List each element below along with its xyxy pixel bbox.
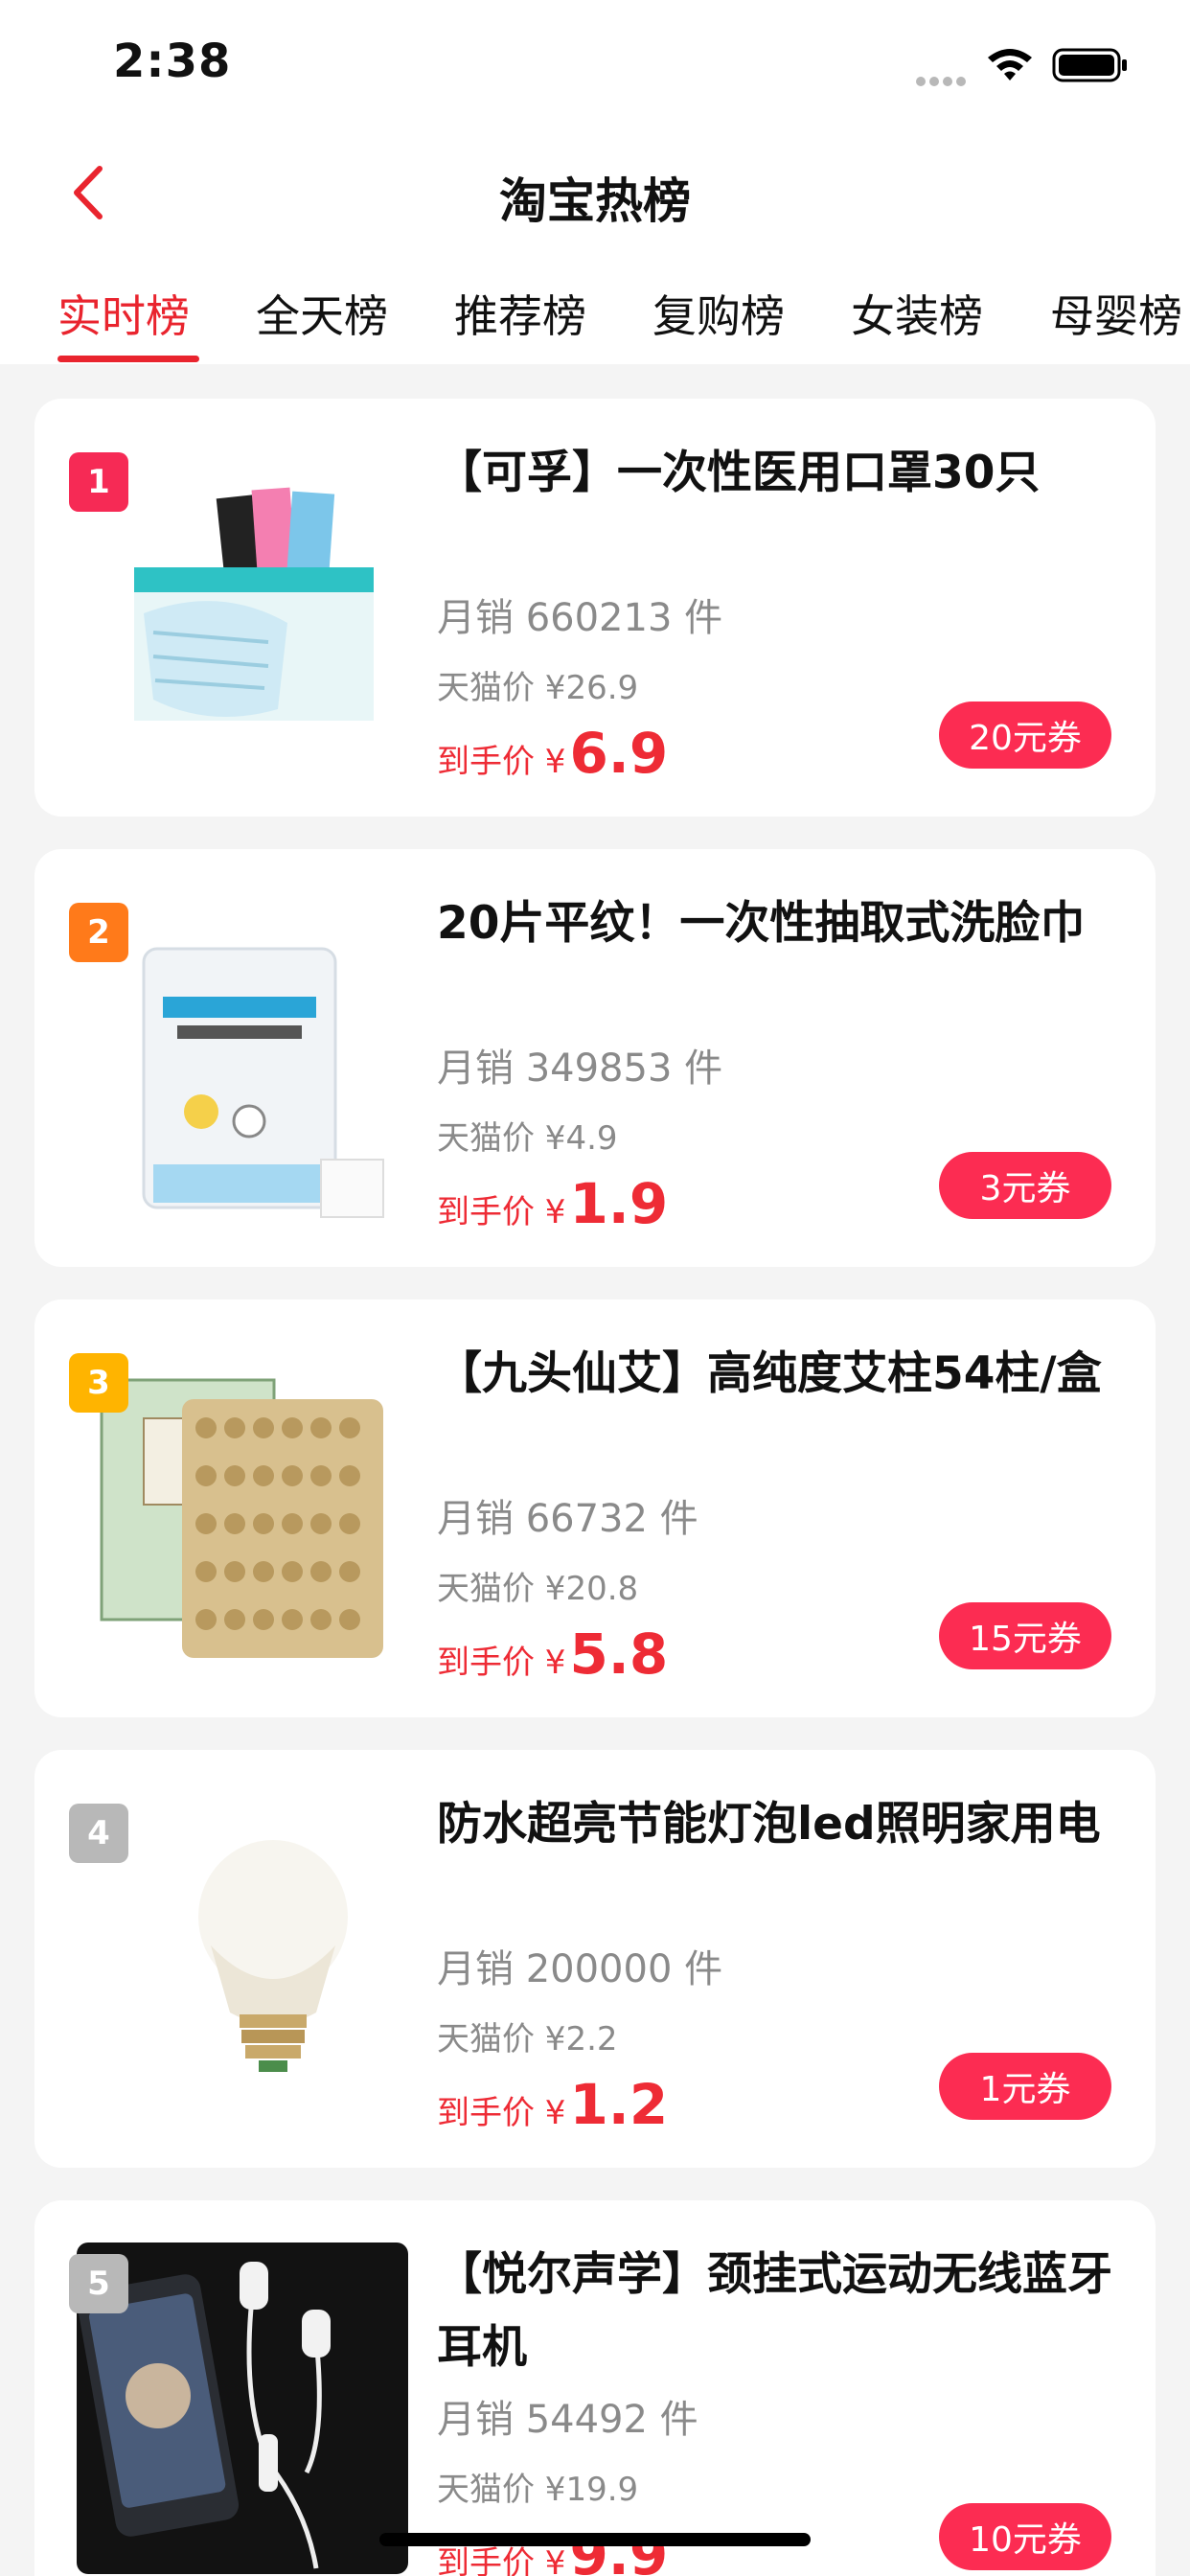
product-title[interactable]: 【九头仙艾】高纯度艾柱54柱/盒 bbox=[437, 1338, 1127, 1411]
product-title[interactable]: 防水超亮节能灯泡led照明家用电 bbox=[437, 1788, 1127, 1861]
page-title: 淘宝热榜 bbox=[499, 173, 691, 229]
product-card[interactable]: 4 防水超亮节能灯泡led照明家用电 月销 200000 件 天猫价 ¥2.2 … bbox=[34, 1750, 1156, 2168]
tmall-price: 天猫价 ¥2.2 bbox=[437, 2020, 618, 2058]
final-price-value: 6.9 bbox=[569, 721, 669, 786]
active-tab-indicator bbox=[57, 356, 199, 362]
wifi-icon bbox=[988, 49, 1032, 80]
battery-icon bbox=[1052, 48, 1127, 82]
final-price: 到手价 ¥6.9 bbox=[437, 721, 668, 788]
nav-bar: 淘宝热榜 bbox=[0, 134, 1190, 249]
final-price-value: 9.9 bbox=[569, 2522, 669, 2576]
tmall-price: 天猫价 ¥19.9 bbox=[437, 2471, 639, 2509]
coupon-button[interactable]: 20元券 bbox=[939, 702, 1111, 769]
rank-badge: 2 bbox=[69, 903, 128, 962]
tab-maternal-baby[interactable]: 母婴榜 bbox=[1050, 282, 1182, 345]
final-price: 到手价 ¥9.9 bbox=[437, 2522, 668, 2576]
coupon-button[interactable]: 1元券 bbox=[939, 2053, 1111, 2120]
final-price-label: 到手价 ¥ bbox=[437, 1644, 566, 1682]
coupon-button[interactable]: 15元券 bbox=[939, 1602, 1111, 1669]
monthly-sales: 月销 66732 件 bbox=[437, 1497, 698, 1541]
final-price-label: 到手价 ¥ bbox=[437, 743, 566, 781]
product-title[interactable]: 【可孚】一次性医用口罩30只 bbox=[437, 437, 1127, 510]
tmall-price: 天猫价 ¥20.8 bbox=[437, 1570, 639, 1608]
final-price-label: 到手价 ¥ bbox=[437, 2544, 566, 2576]
cellular-signal-icon bbox=[916, 72, 970, 86]
category-tabs: 实时榜 全天榜 推荐榜 复购榜 女装榜 母婴榜 bbox=[0, 270, 1190, 364]
tab-recommended[interactable]: 推荐榜 bbox=[454, 282, 586, 345]
status-bar: 2:38 bbox=[0, 0, 1190, 126]
monthly-sales: 月销 349853 件 bbox=[437, 1046, 723, 1091]
product-card[interactable]: 5 【悦尔声学】颈挂式运动无线蓝牙耳机 月销 54492 件 天猫价 ¥19.9… bbox=[34, 2200, 1156, 2576]
rank-badge: 5 bbox=[69, 2254, 128, 2313]
final-price: 到手价 ¥1.9 bbox=[437, 1171, 668, 1238]
tab-womens-wear[interactable]: 女装榜 bbox=[851, 282, 983, 345]
product-card[interactable]: 3 【九头仙艾】高纯度艾柱54柱/盒 月销 66732 件 天猫价 ¥20.8 … bbox=[34, 1300, 1156, 1717]
monthly-sales: 月销 660213 件 bbox=[437, 596, 723, 640]
rank-badge: 3 bbox=[69, 1353, 128, 1413]
product-title[interactable]: 【悦尔声学】颈挂式运动无线蓝牙耳机 bbox=[437, 2239, 1127, 2384]
coupon-button[interactable]: 10元券 bbox=[939, 2503, 1111, 2570]
tab-repurchase[interactable]: 复购榜 bbox=[652, 282, 785, 345]
status-time: 2:38 bbox=[113, 34, 232, 88]
coupon-button[interactable]: 3元券 bbox=[939, 1152, 1111, 1219]
final-price: 到手价 ¥1.2 bbox=[437, 2072, 668, 2139]
final-price-value: 1.9 bbox=[569, 1171, 669, 1236]
tmall-price: 天猫价 ¥26.9 bbox=[437, 669, 639, 707]
rank-badge: 1 bbox=[69, 452, 128, 512]
final-price-value: 5.8 bbox=[569, 1622, 669, 1687]
product-title[interactable]: 20片平纹！一次性抽取式洗脸巾 bbox=[437, 887, 1127, 960]
monthly-sales: 月销 200000 件 bbox=[437, 1947, 723, 1991]
tab-all-day[interactable]: 全天榜 bbox=[256, 282, 388, 345]
product-card[interactable]: 1 【可孚】一次性医用口罩30只 月销 660213 件 天猫价 ¥26.9 到… bbox=[34, 399, 1156, 816]
final-price: 到手价 ¥5.8 bbox=[437, 1622, 668, 1689]
product-card[interactable]: 2 20片平纹！一次性抽取式洗脸巾 月销 349853 件 天猫价 ¥4.9 到… bbox=[34, 849, 1156, 1267]
tab-realtime[interactable]: 实时榜 bbox=[57, 282, 190, 345]
monthly-sales: 月销 54492 件 bbox=[437, 2398, 698, 2442]
tmall-price: 天猫价 ¥4.9 bbox=[437, 1119, 618, 1158]
final-price-label: 到手价 ¥ bbox=[437, 2094, 566, 2132]
home-indicator[interactable] bbox=[379, 2533, 811, 2546]
rank-badge: 4 bbox=[69, 1804, 128, 1863]
header: 2:38 淘宝热榜 实时榜 全天榜 推荐榜 复购榜 女装榜 母婴榜 bbox=[0, 0, 1190, 364]
final-price-value: 1.2 bbox=[569, 2072, 669, 2137]
final-price-label: 到手价 ¥ bbox=[437, 1193, 566, 1231]
